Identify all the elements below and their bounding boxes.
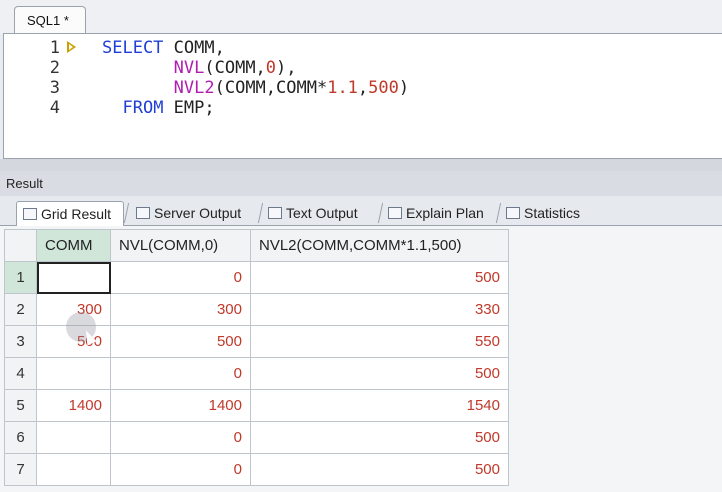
statistics-icon: [506, 207, 520, 219]
tab-label: Explain Plan: [406, 205, 484, 221]
column-header-comm[interactable]: COMM: [36, 229, 111, 262]
code-token: COMM,: [173, 38, 225, 58]
text-output-icon: [268, 207, 282, 219]
code-token: (COMM,: [204, 58, 266, 78]
grid-cell[interactable]: 500: [250, 357, 509, 390]
grid-cell[interactable]: 550: [250, 325, 509, 358]
sql-editor[interactable]: 1 SELECT COMM, 2 NVL(COMM,0), 3 NVL2(COMM,C…: [3, 33, 722, 159]
code-token: ),: [276, 58, 297, 78]
code-token: ,: [357, 78, 369, 98]
grid-cell[interactable]: 0: [110, 421, 251, 454]
grid-cell[interactable]: 1400: [110, 389, 251, 422]
tab-grid-result[interactable]: Grid Result: [16, 201, 124, 226]
grid-cell[interactable]: [36, 261, 111, 294]
grid-cell[interactable]: 330: [250, 293, 509, 326]
grid-cell[interactable]: 500: [250, 421, 509, 454]
row-number[interactable]: 7: [4, 453, 37, 486]
row-number[interactable]: 6: [4, 421, 37, 454]
column-header-nvl[interactable]: NVL(COMM,0): [110, 229, 251, 262]
tab-statistics[interactable]: Statistics: [500, 201, 600, 226]
line-number: 4: [49, 98, 60, 118]
code-line[interactable]: 1 SELECT COMM,: [4, 38, 704, 58]
line-number: 1: [49, 38, 60, 58]
tab-label: Server Output: [154, 205, 242, 221]
row-number[interactable]: 2: [4, 293, 37, 326]
grid-cell[interactable]: 1540: [250, 389, 509, 422]
tab-text-output[interactable]: Text Output: [262, 201, 376, 226]
result-panel-title: Result: [0, 171, 722, 196]
server-output-icon: [136, 207, 150, 219]
grid-result-area: COMM NVL(COMM,0) NVL2(COMM,COMM*1.1,500)…: [0, 226, 722, 492]
grid-cell[interactable]: [36, 453, 111, 486]
table-row[interactable]: 4 0 500: [4, 357, 509, 390]
row-number[interactable]: 4: [4, 357, 37, 390]
code-token: 0: [265, 58, 277, 78]
code-line[interactable]: 4 FROM EMP;: [4, 98, 704, 118]
grid-cell[interactable]: 0: [110, 261, 251, 294]
code-token: SELECT: [102, 38, 174, 58]
code-token: 500: [368, 78, 399, 98]
row-number[interactable]: 5: [4, 389, 37, 422]
editor-tab-sql1[interactable]: SQL1 *: [14, 6, 86, 34]
code-line[interactable]: 2 NVL(COMM,0),: [4, 58, 704, 78]
tab-separator: [123, 203, 130, 223]
grid-cell[interactable]: [36, 421, 111, 454]
code-text: SELECT COMM,: [102, 38, 225, 58]
grid-icon: [23, 208, 37, 220]
code-token: EMP;: [173, 98, 215, 118]
line-number: 2: [49, 58, 60, 78]
line-number: 3: [49, 78, 60, 98]
grid-cell[interactable]: 0: [110, 453, 251, 486]
table-row[interactable]: 5 1400 1400 1540: [4, 389, 509, 422]
result-tab-strip: Grid Result Server Output Text Output Ex…: [0, 196, 722, 226]
grid-cell[interactable]: 300: [110, 293, 251, 326]
code-text: NVL2(COMM,COMM*1.1,500): [102, 78, 409, 98]
tab-explain-plan[interactable]: Explain Plan: [382, 201, 500, 226]
code-token: ): [398, 78, 410, 98]
grid-cell[interactable]: 500: [250, 261, 509, 294]
grid-cell[interactable]: 1400: [36, 389, 111, 422]
execution-arrow-icon: [67, 41, 76, 53]
code-token: FROM: [122, 98, 174, 118]
grid-cell[interactable]: 0: [110, 357, 251, 390]
result-grid: COMM NVL(COMM,0) NVL2(COMM,COMM*1.1,500)…: [4, 229, 509, 486]
row-number[interactable]: 3: [4, 325, 37, 358]
column-header-nvl2[interactable]: NVL2(COMM,COMM*1.1,500): [250, 229, 509, 262]
tab-server-output[interactable]: Server Output: [130, 201, 258, 226]
table-row[interactable]: 6 0 500: [4, 421, 509, 454]
table-row[interactable]: 7 0 500: [4, 453, 509, 486]
tab-label: Statistics: [524, 205, 581, 221]
tab-label: Text Output: [286, 205, 358, 221]
grid-cell[interactable]: 500: [250, 453, 509, 486]
grid-header-row: COMM NVL(COMM,0) NVL2(COMM,COMM*1.1,500): [4, 229, 509, 262]
code-text: FROM EMP;: [102, 98, 215, 118]
explain-plan-icon: [388, 207, 402, 219]
editor-tab-strip: SQL1 *: [0, 0, 722, 34]
code-token: NVL2: [173, 78, 215, 98]
code-token: NVL: [173, 58, 205, 78]
panel-splitter[interactable]: [0, 159, 722, 171]
tab-label: Grid Result: [41, 206, 112, 222]
grid-corner-cell[interactable]: [4, 229, 37, 262]
code-token: (COMM,COMM*: [214, 78, 328, 98]
code-line[interactable]: 3 NVL2(COMM,COMM*1.1,500): [4, 78, 704, 98]
grid-cell[interactable]: 500: [110, 325, 251, 358]
row-number[interactable]: 1: [4, 261, 37, 294]
code-token: 1.1: [327, 78, 358, 98]
code-text: NVL(COMM,0),: [102, 58, 297, 78]
table-row[interactable]: 1 0 500: [4, 261, 509, 294]
grid-cell[interactable]: [36, 357, 111, 390]
